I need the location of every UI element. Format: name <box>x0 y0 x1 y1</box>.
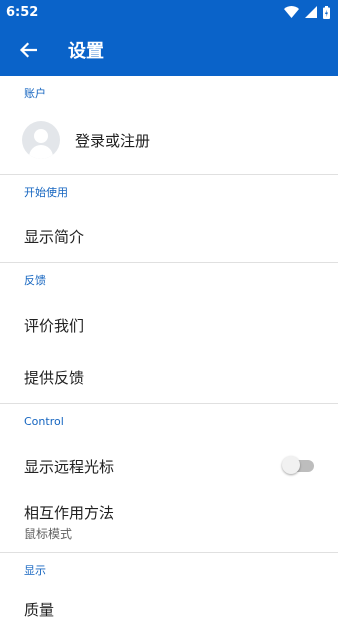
section-header-getting-started: 开始使用 <box>24 186 68 199</box>
rate-us-row[interactable]: 评价我们 <box>0 299 338 351</box>
show-intro-row[interactable]: 显示简介 <box>0 211 338 262</box>
rate-us-label: 评价我们 <box>24 316 85 335</box>
section-header-feedback: 反馈 <box>24 274 46 287</box>
interaction-method-row[interactable]: 相互作用方法 鼠标模式 <box>0 492 338 552</box>
battery-icon <box>323 5 330 19</box>
signal-icon <box>305 6 317 18</box>
give-feedback-label: 提供反馈 <box>24 368 85 387</box>
interaction-method-value: 鼠标模式 <box>24 527 73 541</box>
login-row[interactable]: 登录或注册 <box>0 112 338 168</box>
app-bar: 设置 <box>0 24 338 76</box>
page-title: 设置 <box>68 41 104 62</box>
interaction-method-label: 相互作用方法 <box>24 504 115 522</box>
quality-row[interactable]: 质量 <box>0 589 338 629</box>
section-header-display: 显示 <box>24 564 46 577</box>
status-icons <box>284 5 330 19</box>
quality-label: 质量 <box>24 600 55 619</box>
show-intro-label: 显示简介 <box>24 228 85 246</box>
arrow-left-icon <box>19 42 37 58</box>
remote-cursor-label: 显示远程光标 <box>24 457 115 476</box>
back-button[interactable] <box>16 38 40 62</box>
section-header-control: Control <box>24 415 64 428</box>
give-feedback-row[interactable]: 提供反馈 <box>0 351 338 403</box>
avatar <box>22 121 60 159</box>
login-label: 登录或注册 <box>75 131 151 150</box>
status-time: 6:52 <box>6 4 39 20</box>
wifi-icon <box>284 6 299 18</box>
section-header-account: 账户 <box>24 87 46 100</box>
remote-cursor-toggle[interactable] <box>282 456 314 476</box>
status-bar: 6:52 <box>0 0 338 24</box>
remote-cursor-row[interactable]: 显示远程光标 <box>0 440 338 492</box>
